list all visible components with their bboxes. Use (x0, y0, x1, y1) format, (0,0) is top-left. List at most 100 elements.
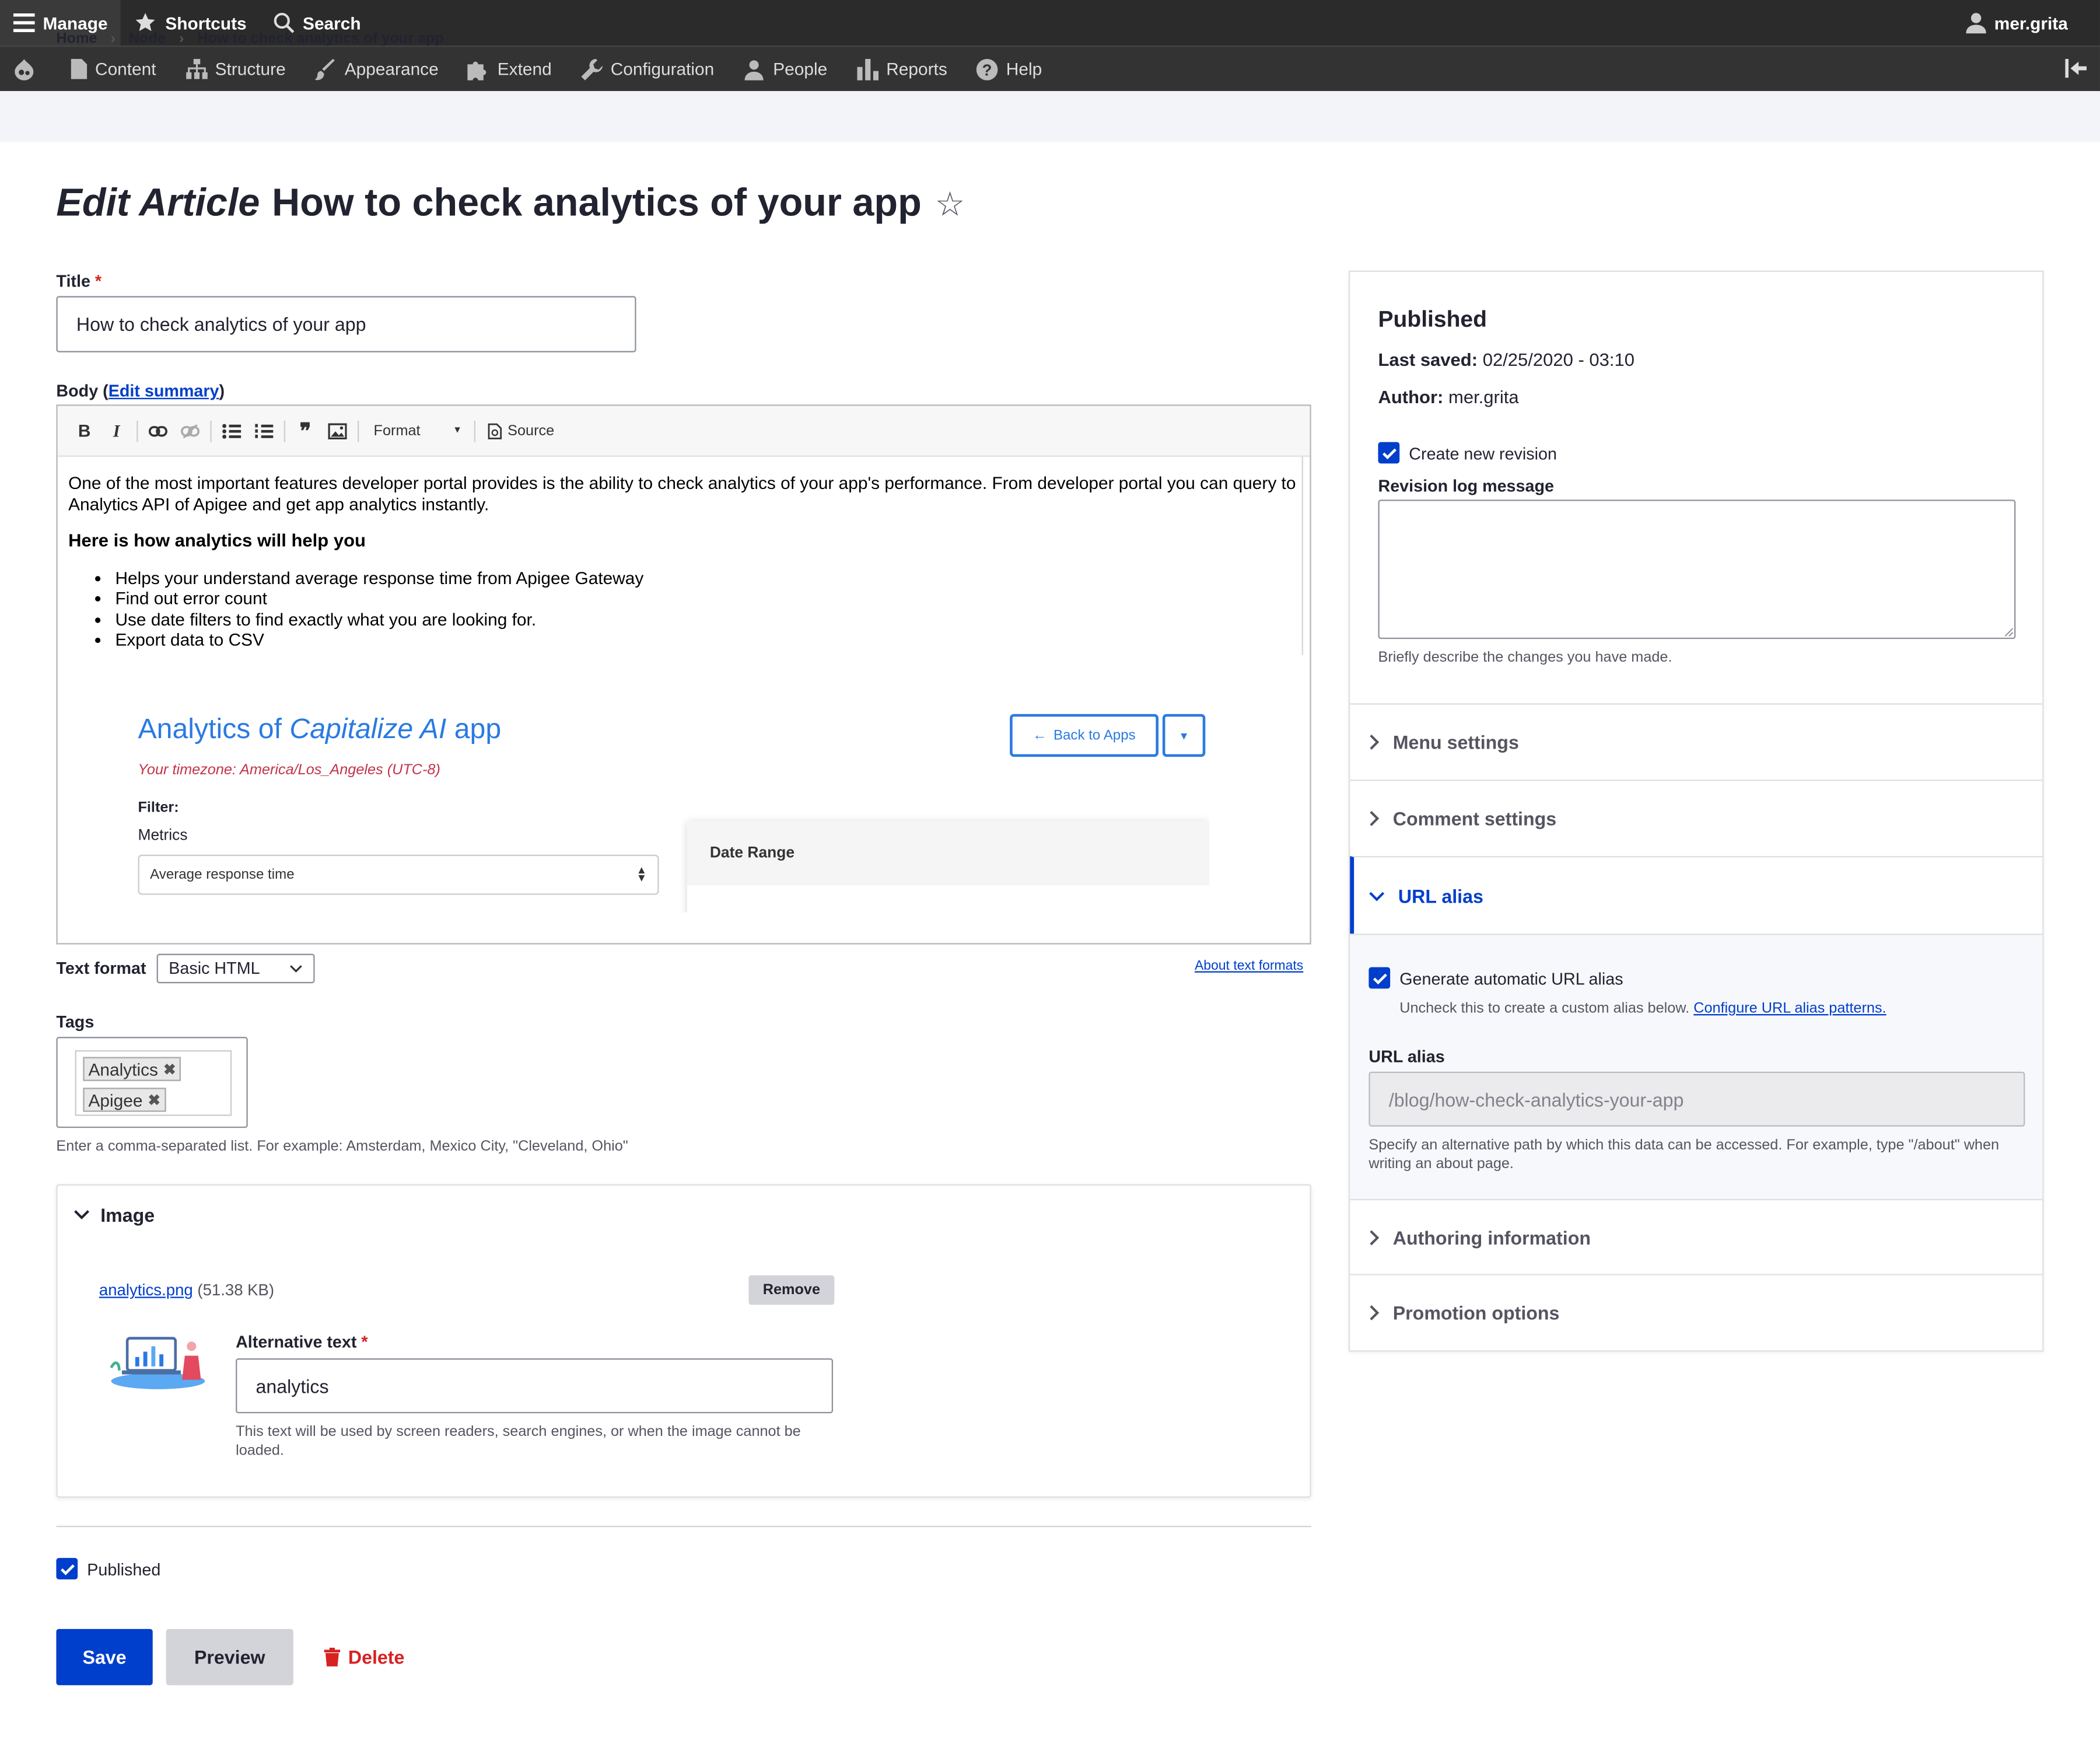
tags-field[interactable]: Analytics ✖ Apigee ✖ (56, 1037, 248, 1128)
numbered-list-icon (255, 423, 274, 438)
editor-bullet-list: Helps your understand average response t… (68, 567, 1300, 650)
title-input-value: How to check analytics of your app (76, 313, 366, 335)
list-item: Use date filters to find exactly what yo… (115, 609, 1300, 630)
tag-label: Analytics (88, 1058, 158, 1079)
screenshot-back-button: ← Back to Apps (1010, 714, 1158, 757)
breadcrumb-home[interactable]: Home (56, 31, 97, 47)
breadcrumb-node[interactable]: Node (129, 31, 166, 47)
screenshot-back-label: Back to Apps (1053, 727, 1136, 744)
delete-button[interactable]: Delete (316, 1629, 412, 1685)
image-button[interactable] (321, 415, 354, 447)
collapse-tray-button[interactable] (2065, 58, 2087, 83)
bold-button[interactable]: B (68, 415, 100, 447)
url-alias-section-label: URL alias (1398, 885, 1483, 907)
blockquote-button[interactable]: ❞ (289, 415, 321, 447)
remove-tag-icon[interactable]: ✖ (163, 1060, 176, 1078)
alt-text-description: This text will be used by screen readers… (236, 1424, 801, 1459)
select-arrows-icon: ▲ ▼ (636, 864, 647, 885)
breadcrumb-separator: › (110, 30, 116, 47)
tray-item-content[interactable]: Content (56, 46, 170, 92)
unlink-button[interactable] (174, 415, 206, 447)
tray-item-reports[interactable]: Reports (842, 46, 962, 92)
revision-log-textarea[interactable] (1378, 499, 2016, 639)
new-revision-checkbox[interactable] (1378, 442, 1400, 464)
url-alias-field-label: URL alias (1368, 1047, 1445, 1067)
image-thumbnail (110, 1337, 205, 1389)
url-alias-field-description: Specify an alternative path by which thi… (1368, 1137, 2000, 1172)
tray-label-content: Content (95, 59, 156, 79)
remove-image-button[interactable]: Remove (748, 1275, 835, 1305)
search-label: Search (303, 12, 361, 33)
screenshot-title: Analytics of Capitalize AI app (138, 714, 501, 746)
image-summary-toggle[interactable]: Image (74, 1204, 155, 1226)
generate-alias-checkbox[interactable] (1368, 967, 1391, 989)
tray-item-help[interactable]: ? Help (962, 46, 1056, 92)
source-label: Source (508, 422, 555, 439)
generate-alias-description: Uncheck this to create a custom alias be… (1399, 1001, 1886, 1017)
edit-summary-link[interactable]: Edit summary (108, 382, 219, 400)
shortcut-star-icon[interactable]: ☆ (935, 184, 965, 225)
preview-button[interactable]: Preview (166, 1628, 293, 1686)
alt-text-label: Alternative text * (236, 1333, 368, 1351)
tray-label-extend: Extend (497, 59, 552, 79)
bulleted-list-button[interactable] (216, 415, 248, 447)
url-alias-toggle[interactable]: URL alias (1350, 856, 2043, 934)
editor-heading: Here is how analytics will help you (68, 530, 366, 551)
text-format-select[interactable]: Basic HTML (156, 953, 315, 984)
tray-item-appearance[interactable]: Appearance (300, 46, 453, 92)
tray-label-structure: Structure (215, 59, 286, 79)
title-input[interactable]: How to check analytics of your app (56, 296, 636, 352)
alt-text-input[interactable]: analytics (236, 1358, 834, 1414)
published-checkbox[interactable] (56, 1558, 78, 1579)
menu-settings-toggle[interactable]: Menu settings (1350, 703, 2043, 780)
link-button[interactable] (142, 415, 174, 447)
breadcrumb-bar (0, 91, 2100, 142)
user-menu[interactable]: mer.grita (1953, 0, 2081, 46)
save-button[interactable]: Save (56, 1628, 153, 1686)
configure-alias-patterns-link[interactable]: Configure URL alias patterns. (1693, 1001, 1886, 1017)
numbered-list-button[interactable] (248, 415, 280, 447)
promotion-options-label: Promotion options (1392, 1302, 1560, 1324)
toolbar-divider (474, 420, 476, 442)
tray-label-appearance: Appearance (344, 59, 439, 79)
tray-item-configuration[interactable]: Configuration (566, 46, 729, 92)
format-dropdown[interactable]: Format ▼ (363, 422, 470, 439)
italic-button[interactable]: I (100, 415, 132, 447)
url-alias-input[interactable]: /blog/how-check-analytics-your-app (1368, 1071, 2025, 1127)
checkmark-icon (1372, 973, 1387, 984)
tray-item-structure[interactable]: Structure (171, 46, 300, 92)
chevron-down-icon (74, 1210, 89, 1219)
tray-label-configuration: Configuration (610, 59, 715, 79)
last-saved: Last saved: 02/25/2020 - 03:10 (1378, 350, 1634, 369)
tray-item-extend[interactable]: Extend (453, 46, 566, 92)
body-editor[interactable]: B I ❞ Format ▼ Source One of the most im (56, 404, 1311, 945)
resize-handle-icon[interactable] (2004, 628, 2013, 637)
about-text-formats-link[interactable]: About text formats (1195, 959, 1303, 974)
image-file-link[interactable]: analytics.png (99, 1281, 193, 1299)
drupal-home-link[interactable] (0, 46, 56, 92)
screenshot-date-range-label: Date Range (687, 821, 1210, 886)
unlink-icon (180, 424, 200, 438)
remove-tag-icon[interactable]: ✖ (148, 1091, 160, 1109)
editor-scrollbar[interactable] (1301, 456, 1303, 655)
url-alias-panel: Generate automatic URL alias Uncheck thi… (1350, 934, 2043, 1199)
published-label: Published (87, 1560, 161, 1579)
tag-chip: Apigee ✖ (83, 1088, 166, 1112)
title-label-text: Title (56, 272, 90, 291)
source-button[interactable]: Source (480, 422, 562, 439)
title-label: Title * (56, 272, 102, 291)
authoring-information-toggle[interactable]: Authoring information (1350, 1198, 2043, 1274)
user-name: mer.grita (1994, 12, 2068, 33)
sitemap-icon (186, 59, 207, 79)
tray-label-help: Help (1006, 59, 1042, 79)
comment-settings-toggle[interactable]: Comment settings (1350, 780, 2043, 856)
authoring-information-label: Authoring information (1392, 1226, 1591, 1248)
tag-label: Apigee (88, 1089, 143, 1110)
editor-content[interactable]: One of the most important features devel… (68, 473, 1300, 650)
checkmark-icon (60, 1563, 74, 1575)
tags-input[interactable]: Analytics ✖ Apigee ✖ (75, 1050, 232, 1116)
alt-text-value: analytics (256, 1375, 329, 1397)
tray-item-people[interactable]: People (729, 46, 842, 92)
arrow-left-icon: ← (1032, 727, 1047, 744)
promotion-options-toggle[interactable]: Promotion options (1350, 1274, 2043, 1350)
